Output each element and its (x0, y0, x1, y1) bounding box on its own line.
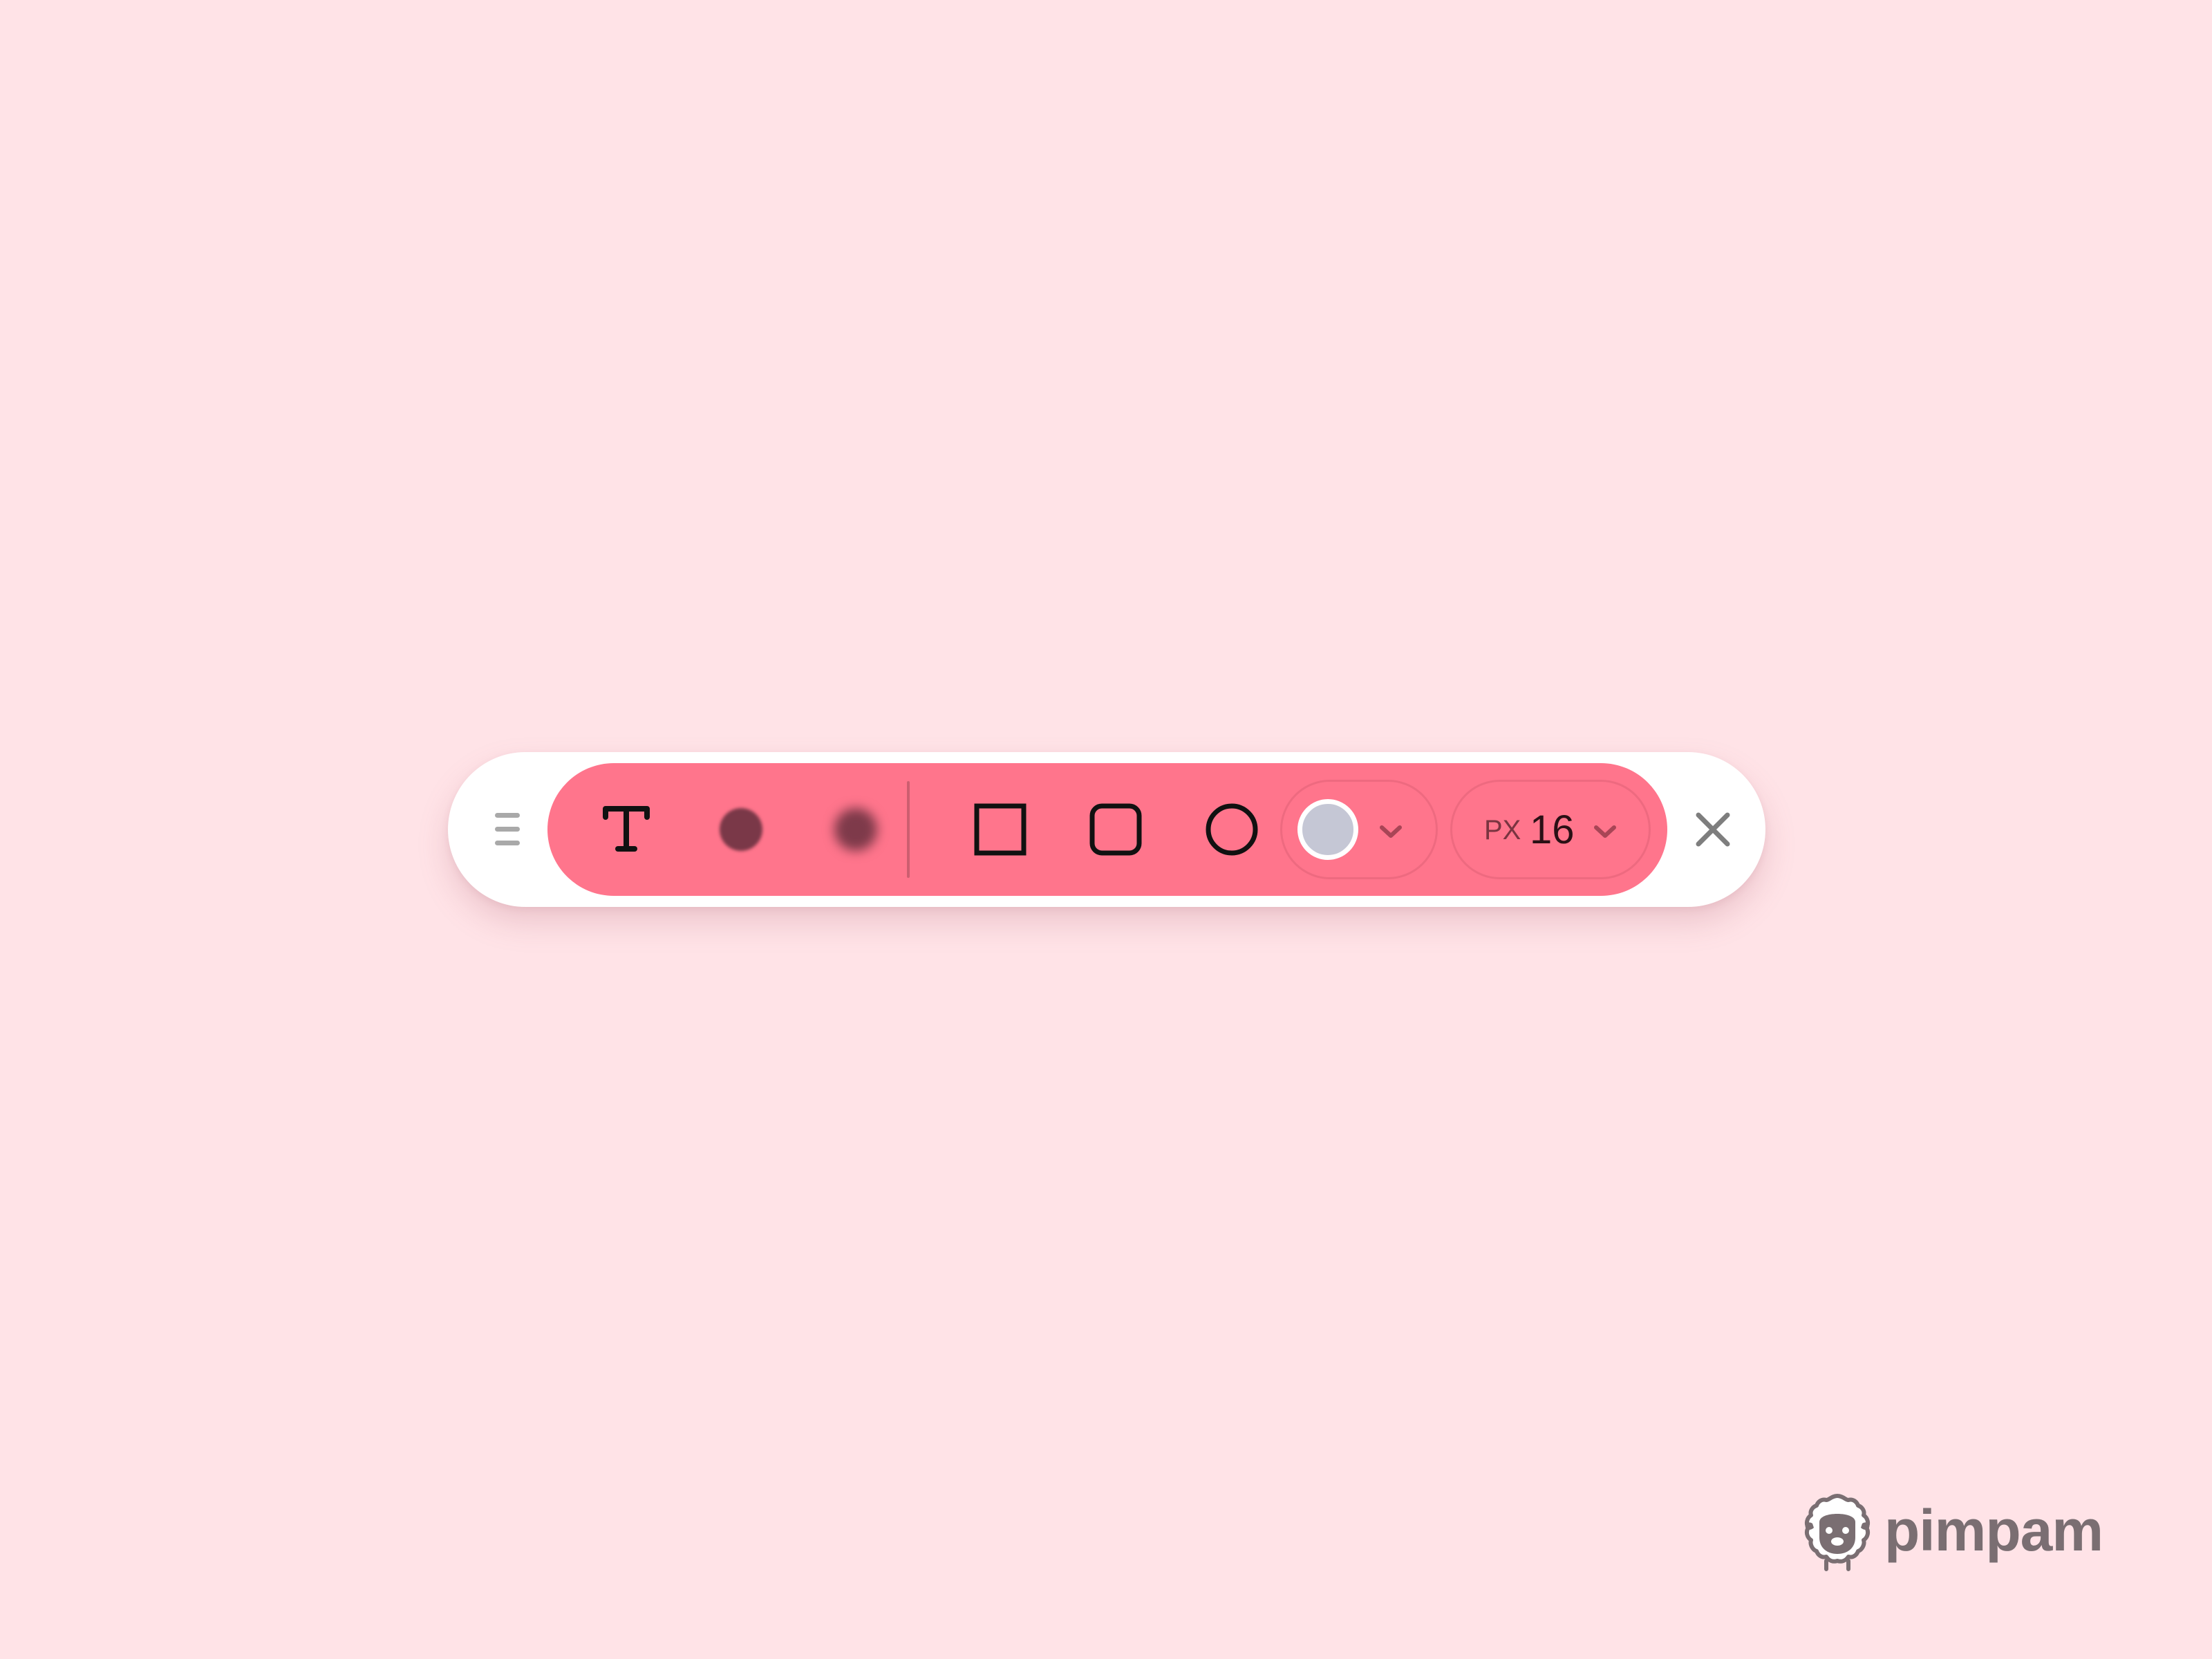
blur-dot-icon (720, 808, 762, 851)
color-picker-dropdown[interactable] (1280, 780, 1438, 879)
chevron-down-icon (1380, 825, 1402, 838)
blur-strong-tool-button[interactable] (809, 782, 903, 877)
sheep-logo-icon (1804, 1494, 1871, 1571)
rounded-rectangle-tool-button[interactable] (1069, 782, 1163, 877)
rectangle-tool-button[interactable] (953, 782, 1047, 877)
color-swatch (1297, 799, 1358, 860)
toolbar-divider (907, 781, 910, 878)
annotation-toolbar: PX 16 (448, 752, 1765, 907)
close-icon (1696, 812, 1730, 847)
drag-handle-icon[interactable] (495, 813, 520, 846)
text-t-icon (603, 806, 650, 852)
tools-group: PX 16 (547, 763, 1667, 896)
brand-name: pimpam (1884, 1498, 2103, 1563)
chevron-down-icon (1594, 825, 1616, 838)
size-value: 16 (1530, 807, 1575, 852)
close-button[interactable] (1685, 802, 1741, 857)
ellipse-tool-button[interactable] (1185, 782, 1279, 877)
blur-dot-heavy-icon (834, 808, 877, 851)
size-picker-dropdown[interactable]: PX 16 (1450, 780, 1651, 879)
text-tool-button[interactable] (579, 782, 673, 877)
size-unit-label: PX (1484, 815, 1521, 845)
blur-soft-tool-button[interactable] (694, 782, 788, 877)
rounded-square-icon (1089, 803, 1142, 856)
square-icon (974, 803, 1027, 856)
brand-watermark: pimpam (1799, 1490, 2117, 1573)
circle-icon (1206, 803, 1258, 856)
